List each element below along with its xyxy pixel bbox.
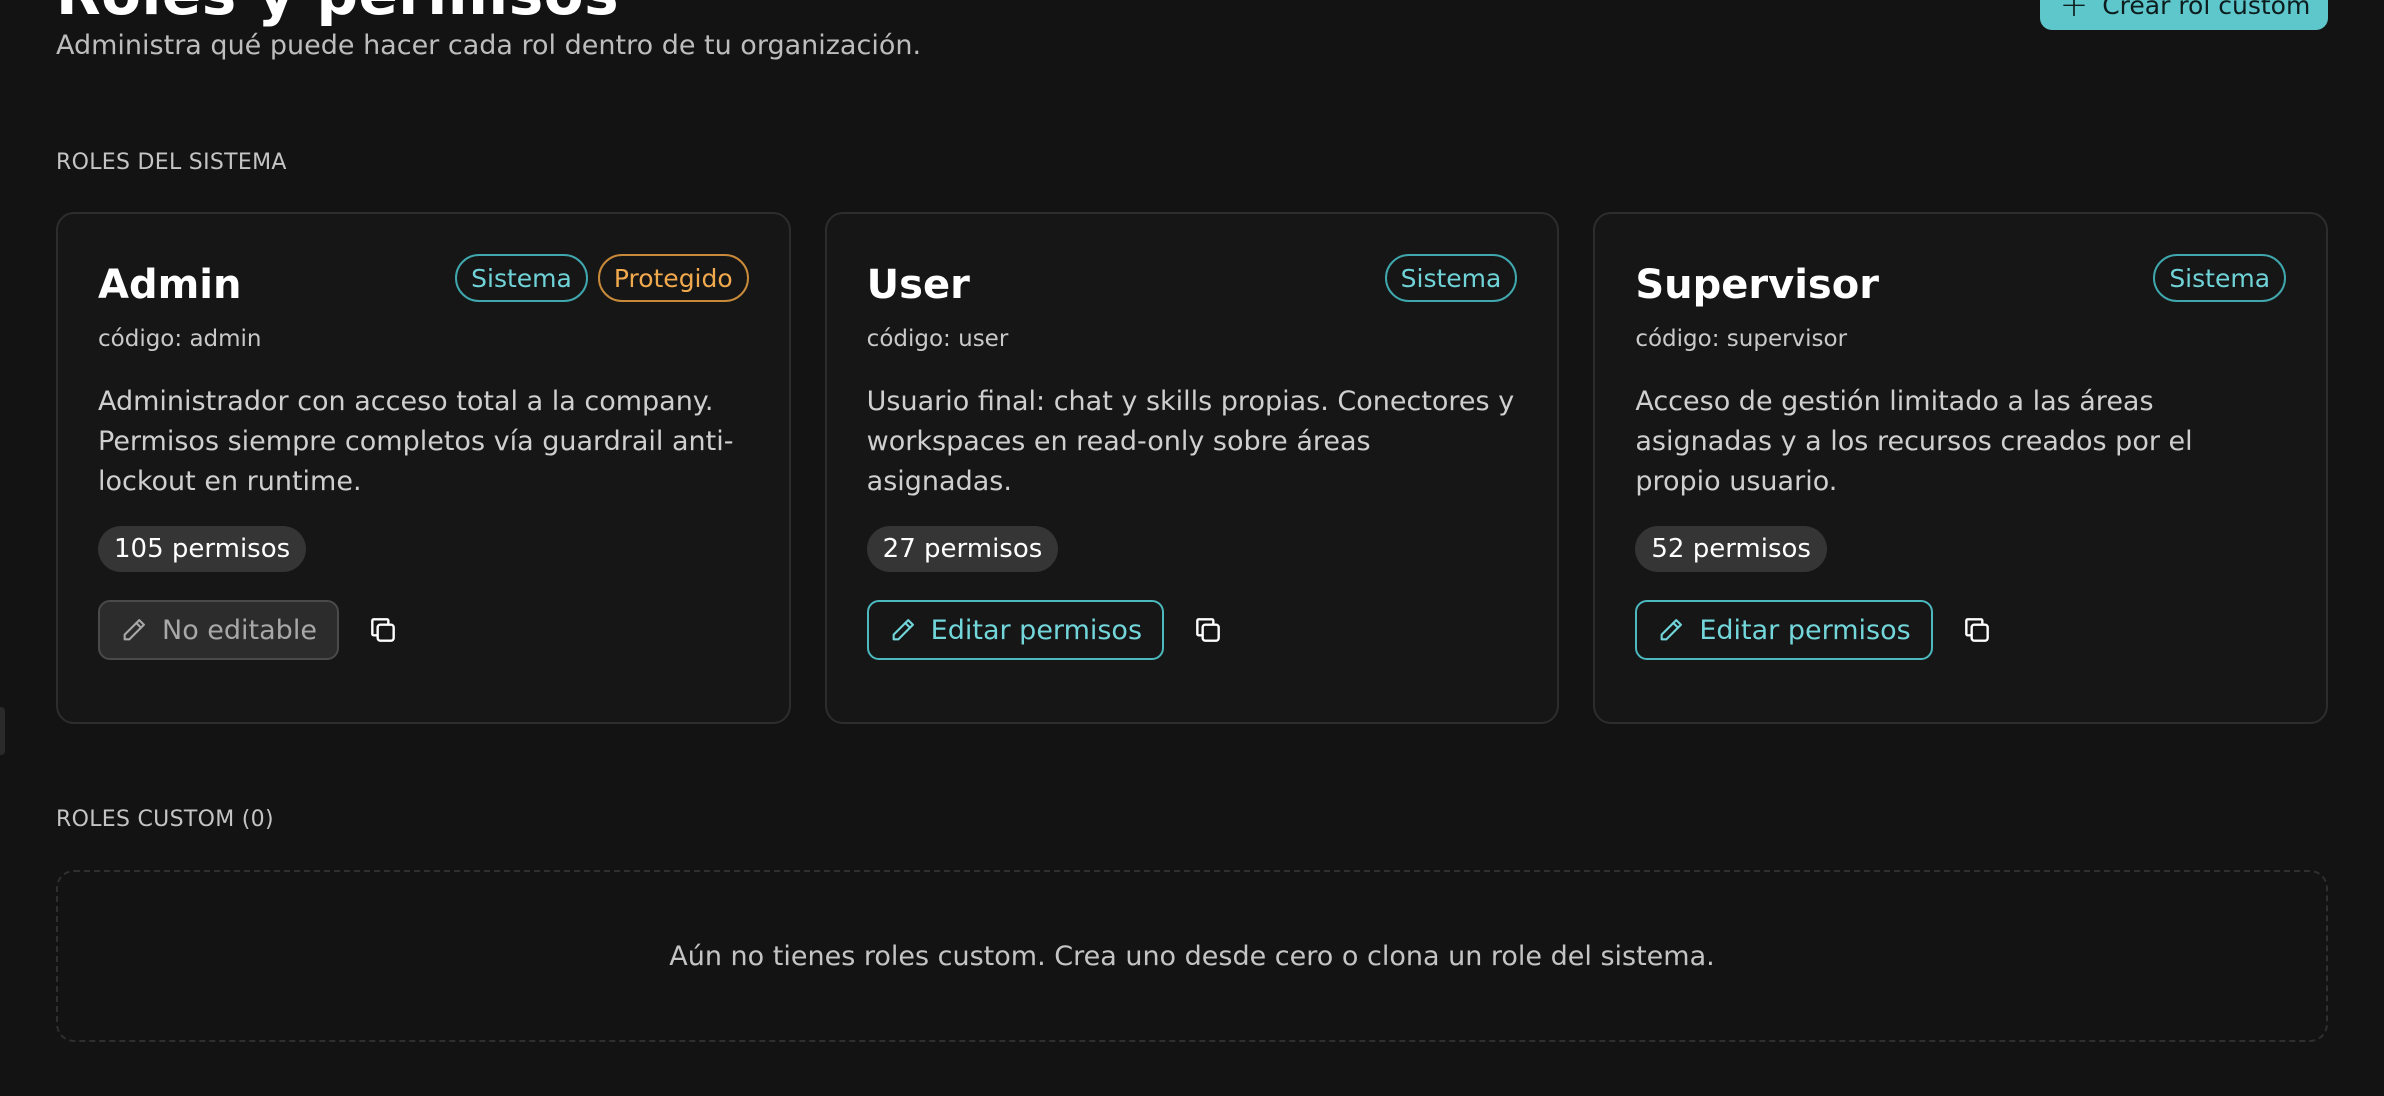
copy-icon: [1192, 614, 1224, 646]
edit-permissions-button[interactable]: Editar permisos: [866, 600, 1165, 660]
system-roles-list: Admin Sistema Protegido código: admin Ad…: [56, 212, 2329, 724]
clone-role-button[interactable]: [363, 610, 403, 650]
custom-roles-empty-state: Aún no tienes roles custom. Crea uno des…: [56, 870, 2328, 1042]
role-badges: Sistema Protegido: [455, 254, 749, 302]
edit-label: Editar permisos: [1699, 614, 1911, 646]
page-subtitle: Administra qué puede hacer cada rol dent…: [56, 30, 922, 61]
role-name: Admin: [98, 262, 242, 308]
sidebar-collapse-handle[interactable]: [0, 707, 5, 755]
system-roles-heading: ROLES DEL SISTEMA: [56, 150, 287, 175]
role-code: código: user: [866, 326, 1009, 352]
pencil-icon: [1657, 616, 1685, 644]
create-custom-role-label: Crear rol custom: [2102, 0, 2311, 20]
badge-sistema: Sistema: [455, 254, 588, 302]
role-description: Usuario final: chat y skills propias. Co…: [866, 386, 1515, 497]
permissions-count: 27 permisos: [866, 526, 1059, 572]
custom-roles-heading: ROLES CUSTOM (0): [56, 807, 274, 832]
role-code: código: supervisor: [1635, 326, 1848, 352]
role-name: User: [866, 262, 970, 308]
not-editable-button: No editable: [98, 600, 339, 660]
copy-icon: [367, 614, 399, 646]
copy-icon: [1961, 614, 1993, 646]
create-custom-role-button[interactable]: + Crear rol custom: [2040, 0, 2328, 30]
page-title: Roles y permisos: [56, 0, 619, 28]
role-description: Acceso de gestión limitado a las áreas a…: [1635, 386, 2193, 497]
edit-label: Editar permisos: [930, 614, 1143, 646]
empty-state-text: Aún no tienes roles custom. Crea uno des…: [669, 940, 1715, 972]
badge-protegido: Protegido: [597, 254, 749, 302]
role-card-admin: Admin Sistema Protegido código: admin Ad…: [56, 212, 791, 724]
role-badges: Sistema: [1384, 254, 1518, 302]
role-card-supervisor: Supervisor Sistema código: supervisor Ac…: [1593, 212, 2329, 724]
badge-sistema: Sistema: [2153, 254, 2287, 302]
badge-sistema: Sistema: [1384, 254, 1518, 302]
role-badges: Sistema: [2153, 254, 2287, 302]
pencil-icon: [120, 616, 148, 644]
role-description: Administrador con acceso total a la comp…: [98, 386, 734, 497]
role-code: código: admin: [98, 326, 262, 352]
edit-permissions-button[interactable]: Editar permisos: [1635, 600, 1933, 660]
plus-icon: +: [2059, 0, 2089, 25]
permissions-count: 52 permisos: [1635, 526, 1827, 572]
clone-role-button[interactable]: [1188, 610, 1228, 650]
clone-role-button[interactable]: [1957, 610, 1997, 650]
permissions-count: 105 permisos: [98, 526, 307, 572]
pencil-icon: [889, 616, 917, 644]
role-name: Supervisor: [1635, 262, 1879, 308]
role-card-user: User Sistema código: user Usuario final:…: [824, 212, 1560, 724]
edit-label: No editable: [162, 614, 317, 646]
